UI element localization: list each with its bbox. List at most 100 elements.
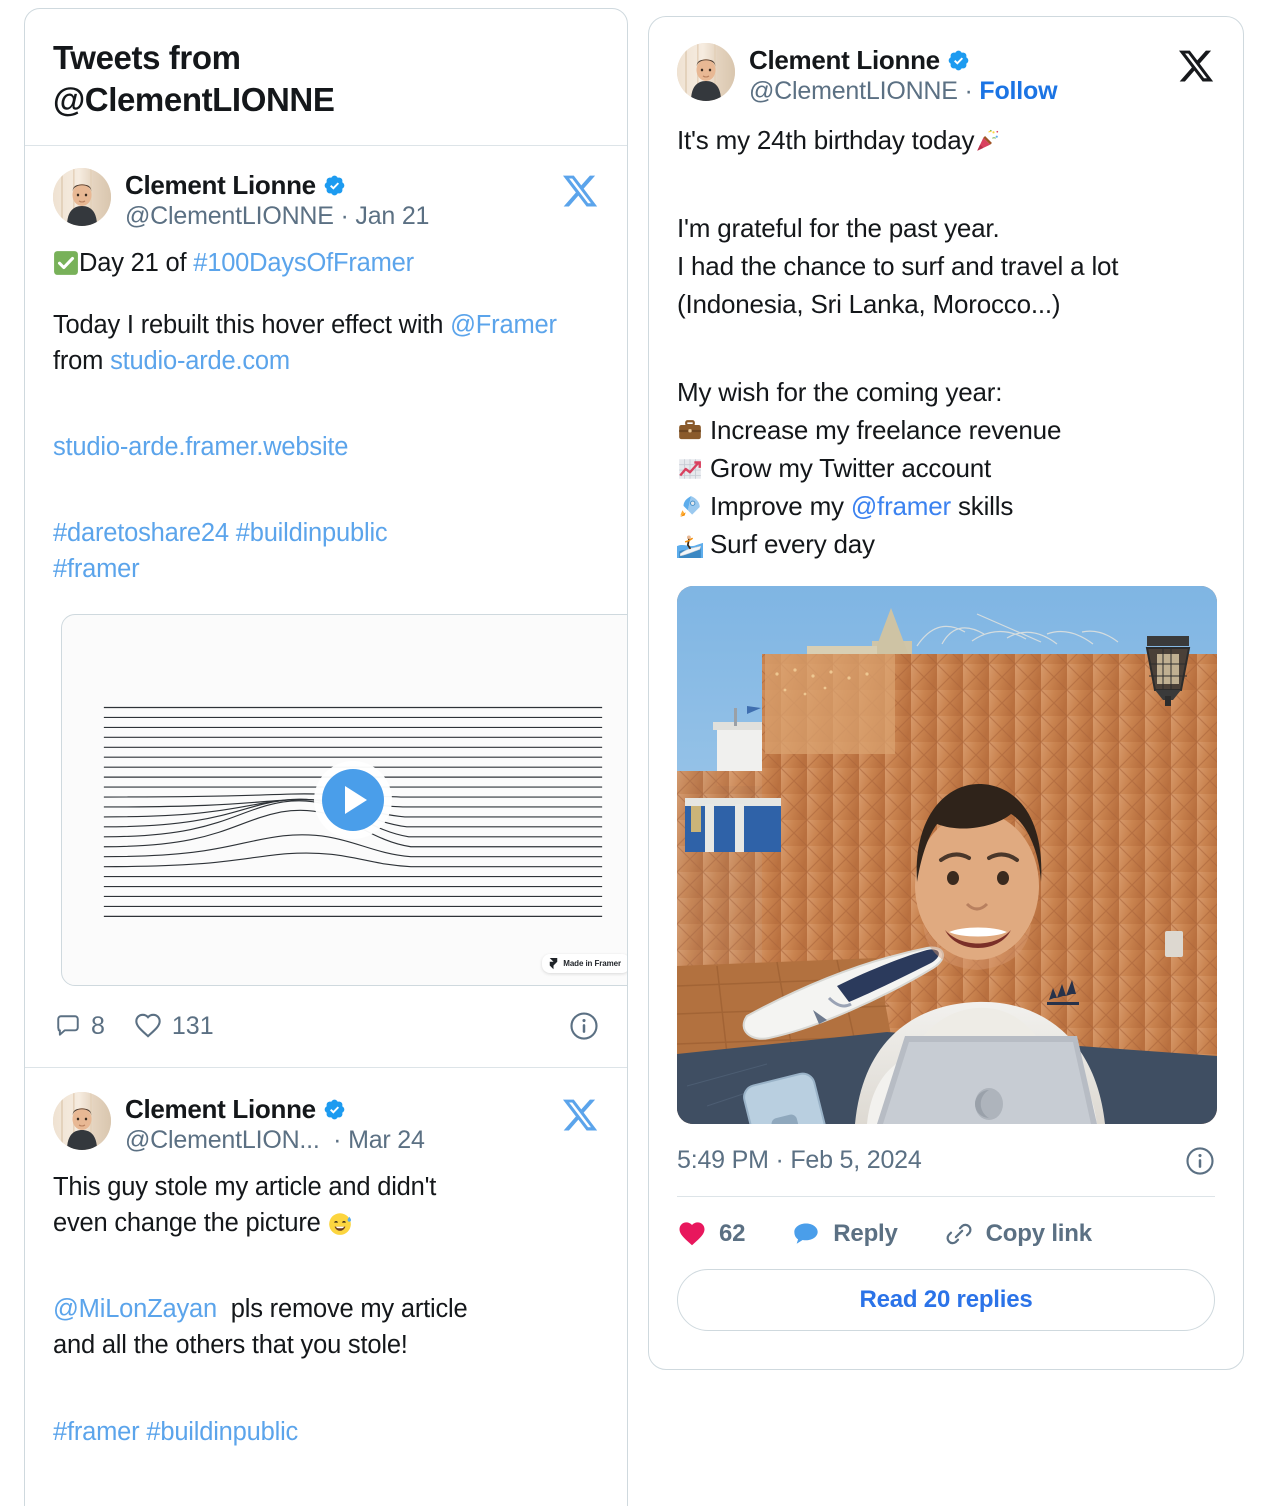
hashtag-100daysofframer[interactable]: #100DaysOfFramer: [193, 249, 414, 277]
info-icon[interactable]: [1185, 1146, 1215, 1176]
verified-badge-icon: [323, 1098, 346, 1121]
feed-header: Tweets from @ClementLIONNE: [25, 9, 627, 147]
x-logo-icon[interactable]: [561, 172, 599, 210]
reply-label: Reply: [833, 1219, 898, 1247]
single-tweet-card: Clement Lionne @ClementLIONNE · Follow I…: [648, 16, 1244, 1370]
like-metric[interactable]: 131: [134, 1012, 214, 1041]
avatar[interactable]: [53, 168, 111, 227]
verified-badge-icon: [947, 49, 970, 72]
tweet-text: Day 21 of #100DaysOfFramer Today I rebuil…: [53, 245, 599, 587]
handle-date-separator: ·: [333, 1125, 342, 1154]
rocket-icon: [677, 494, 703, 520]
author-name-row: Clement Lionne: [749, 45, 1057, 76]
author-display-name: Clement Lionne: [749, 45, 940, 75]
tweet-text-line3-rest: pls remove my article: [217, 1295, 468, 1324]
author-handle-row: @ClementLION... · Mar 24: [125, 1126, 425, 1155]
tweet-actions-bar: 62 Reply Copy link: [677, 1197, 1215, 1269]
author-display-name: Clement Lionne: [125, 170, 316, 201]
mention-framer[interactable]: @Framer: [450, 311, 557, 339]
made-in-framer-label: Made in Framer: [563, 958, 621, 968]
tweet-text-day: Day 21 of: [79, 249, 194, 278]
like-count: 131: [171, 1011, 214, 1040]
author-handle[interactable]: @ClementLION...: [125, 1126, 320, 1154]
tweet-text-line2: Today I rebuilt this hover effect with: [53, 310, 451, 339]
party-popper-icon: [974, 128, 1000, 154]
tweet-date[interactable]: Jan 21: [355, 202, 429, 230]
tweet-text-line5: My wish for the coming year:: [677, 376, 1003, 407]
wish-text-3-after: skills: [950, 490, 1014, 521]
author-display-name: Clement Lionne: [125, 1093, 316, 1124]
tweet-item[interactable]: Clement Lionne @ClementLIONNE · Jan 21 D…: [25, 146, 627, 1066]
reply-bubble-icon: [794, 1223, 818, 1244]
play-button[interactable]: [322, 768, 384, 831]
tweet-embed-page: Tweets from @ClementLIONNE Clement Lionn…: [0, 0, 1284, 1506]
heart-icon: [135, 1013, 161, 1038]
comment-icon: [57, 1015, 79, 1036]
tweet-text-line4: and all the others that you stole!: [53, 1331, 408, 1360]
play-icon: [344, 785, 367, 814]
tweet-text-line2: even change the picture: [53, 1208, 328, 1237]
follow-link[interactable]: Follow: [979, 77, 1057, 105]
author-name-row: Clement Lionne: [125, 170, 429, 201]
like-action[interactable]: 62: [677, 1219, 745, 1249]
feed-title-line-1: Tweets from: [53, 39, 241, 76]
verified-badge-icon: [323, 174, 346, 197]
tweet-author: Clement Lionne @ClementLIONNE · Follow: [749, 43, 1058, 106]
tweet-item: Clement Lionne @ClementLIONNE · Follow I…: [649, 17, 1243, 1331]
wish-text-2: Grow my Twitter account: [710, 452, 992, 483]
feed-title-line-2: @ClementLIONNE: [53, 81, 335, 119]
link-studio-arde-com[interactable]: studio-arde.com: [110, 347, 290, 375]
avatar[interactable]: [677, 43, 735, 101]
tweets-feed-card: Tweets from @ClementLIONNE Clement Lionn…: [24, 8, 628, 1506]
hashtag-framer[interactable]: #framer: [53, 1418, 140, 1446]
x-logo-icon[interactable]: [1177, 47, 1215, 85]
handle-follow-separator: ·: [964, 77, 973, 105]
handle-date-separator: ·: [340, 202, 349, 231]
tweet-photo[interactable]: [677, 585, 1217, 1124]
tweet-timestamp-row: 5:49 PM · Feb 5, 2024: [677, 1124, 1215, 1197]
avatar[interactable]: [53, 1091, 111, 1150]
framer-logo-icon: [549, 957, 558, 969]
heart-filled-icon: [679, 1221, 705, 1245]
reply-metric[interactable]: 8: [55, 1012, 105, 1041]
mention-milonzayan[interactable]: @MiLonZayan: [53, 1295, 217, 1323]
author-handle[interactable]: @ClementLIONNE: [125, 202, 334, 230]
author-handle-row: @ClementLIONNE · Follow: [749, 77, 1058, 106]
hashtag-buildinpublic[interactable]: #buildinpublic: [236, 519, 388, 547]
read-replies-button[interactable]: Read 20 replies: [677, 1268, 1215, 1331]
reply-count: 8: [91, 1011, 105, 1040]
sweat-smile-icon: [327, 1210, 353, 1236]
tweet-author: Clement Lionne @ClementLIONNE · Jan 21: [125, 168, 429, 231]
x-logo-icon[interactable]: [561, 1096, 599, 1134]
surfer-icon: [677, 532, 703, 558]
tweet-header: Clement Lionne @ClementLION... · Mar 24: [53, 1091, 599, 1155]
hashtag-framer[interactable]: #framer: [53, 555, 140, 583]
wish-text-1: Increase my freelance revenue: [710, 414, 1062, 445]
link-icon: [946, 1223, 972, 1244]
tweet-header: Clement Lionne @ClementLIONNE · Follow: [677, 43, 1215, 106]
tweet-text-line1: It's my 24th birthday today: [677, 125, 975, 155]
tweet-text: This guy stole my article and didn't even…: [53, 1169, 599, 1450]
tweet-item[interactable]: Clement Lionne @ClementLION... · Mar 24: [25, 1066, 627, 1450]
mention-framer[interactable]: @framer: [851, 491, 951, 521]
tweet-engagement-bar: 8 131: [53, 986, 599, 1067]
chart-increasing-icon: [677, 456, 703, 482]
hashtag-buildinpublic[interactable]: #buildinpublic: [146, 1418, 298, 1446]
copy-link-action[interactable]: Copy link: [944, 1219, 1092, 1249]
author-handle[interactable]: @ClementLIONNE: [749, 77, 958, 105]
tweet-date[interactable]: Mar 24: [348, 1126, 425, 1154]
tweet-video-preview[interactable]: Made in Framer: [61, 613, 627, 986]
hashtag-daretoshare24[interactable]: #daretoshare24: [53, 519, 229, 547]
link-studio-arde-framer-website[interactable]: studio-arde.framer.website: [53, 433, 348, 461]
tweet-text-line1: This guy stole my article and didn't: [53, 1172, 437, 1201]
tweet-text-line4: (Indonesia, Sri Lanka, Morocco...): [677, 288, 1061, 319]
author-name-row: Clement Lionne: [125, 1094, 425, 1125]
briefcase-icon: [677, 418, 703, 444]
tweet-author: Clement Lionne @ClementLION... · Mar 24: [125, 1092, 425, 1155]
made-in-framer-badge[interactable]: Made in Framer: [542, 953, 627, 973]
tweet-header: Clement Lionne @ClementLIONNE · Jan 21: [53, 168, 599, 231]
reply-action[interactable]: Reply: [791, 1219, 898, 1248]
tweet-text-line2: I'm grateful for the past year.: [677, 212, 1000, 243]
info-icon[interactable]: [569, 1011, 599, 1041]
wish-text-3-before: Improve my: [710, 490, 851, 521]
